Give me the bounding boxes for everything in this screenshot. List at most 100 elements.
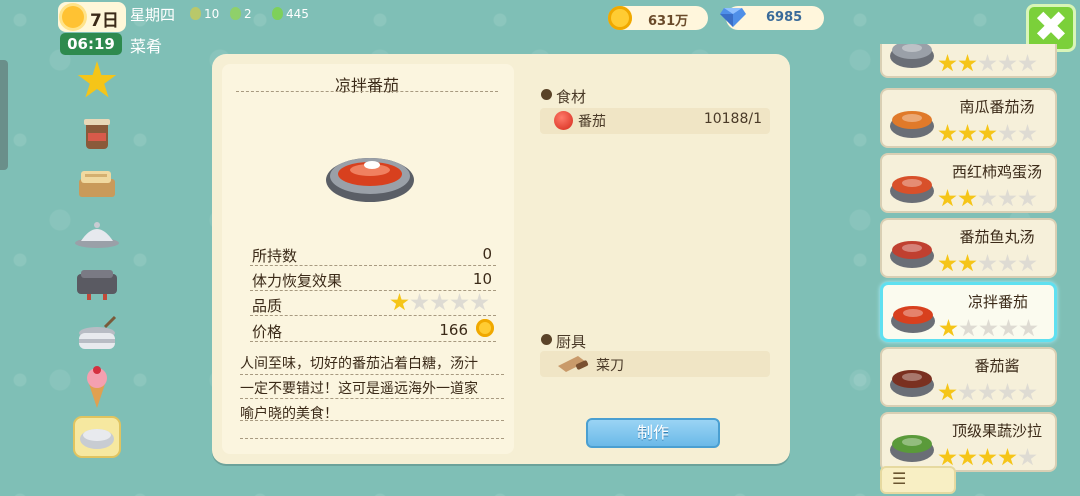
make-button[interactable]: 制作 (586, 418, 720, 448)
empty-star-icon (450, 293, 469, 311)
bread-icon (79, 171, 115, 197)
ingredients-title: 食材 (556, 88, 587, 106)
soup-category[interactable] (72, 310, 122, 360)
divider (240, 438, 504, 439)
recipe-stars (938, 448, 1037, 467)
gem-amount: 6985 (766, 10, 803, 25)
stat-value-stamina: 10 (472, 270, 492, 288)
dish-thumbnail-icon (890, 44, 934, 68)
bakery-category[interactable] (72, 158, 122, 208)
stat-value-price: 166 (439, 321, 468, 339)
dish-image (326, 158, 414, 202)
heart-count: 445 (286, 7, 309, 21)
tomato-icon (554, 111, 573, 130)
side-drawer-handle[interactable] (0, 60, 8, 170)
description-line: 喻户晓的美食！ (240, 406, 338, 422)
recipe-card[interactable]: 西红柿鸡蛋汤 (880, 153, 1057, 213)
clover-count: 2 (244, 7, 252, 21)
recipe-name: 西红柿鸡蛋汤 (951, 163, 1042, 181)
filled-star-icon (390, 293, 409, 311)
gourd-icon (190, 7, 201, 20)
empty-star-icon (979, 319, 998, 337)
filled-star-icon (958, 189, 977, 207)
empty-star-icon (1018, 448, 1037, 466)
recipe-name: 南瓜番茄汤 (959, 98, 1035, 116)
dish-thumbnail-icon (890, 241, 934, 268)
star-icon (77, 61, 117, 98)
pot-icon (73, 416, 121, 458)
baking-tray-category[interactable] (72, 258, 122, 308)
coin-icon (608, 6, 632, 30)
stat-label-quality: 品质 (252, 297, 283, 315)
filled-star-icon (958, 254, 977, 272)
recipe-name: 顶级果蔬沙拉 (951, 422, 1042, 440)
heart-stat: 445 (272, 7, 309, 21)
recipe-stars (939, 319, 1038, 338)
recipe-stars (938, 54, 1037, 73)
bullet-icon (541, 334, 552, 345)
empty-star-icon (998, 383, 1017, 401)
sun-icon (62, 6, 84, 28)
bullet-icon (541, 89, 552, 100)
filled-star-icon (998, 448, 1017, 466)
empty-star-icon (998, 254, 1017, 272)
baking-tray-icon (77, 270, 117, 300)
category-title: 菜肴 (130, 37, 163, 56)
divider (236, 91, 498, 92)
quality-stars (390, 293, 489, 312)
empty-star-icon (978, 254, 997, 272)
clover-stat: 2 (230, 7, 252, 21)
ingredient-count: 10188/1 (703, 111, 762, 127)
covered-dish-category[interactable] (72, 208, 122, 258)
drink-cup-icon (84, 119, 110, 149)
empty-star-icon (999, 319, 1018, 337)
filled-star-icon (939, 319, 958, 337)
diamond-icon (720, 8, 746, 27)
divider (250, 315, 496, 316)
empty-star-icon (998, 54, 1017, 72)
divider (240, 398, 504, 399)
recipe-stars (938, 383, 1037, 402)
empty-star-icon (1018, 54, 1037, 72)
stat-value-owned: 0 (482, 245, 492, 263)
empty-star-icon (978, 383, 997, 401)
recipe-card[interactable]: 凉拌番茄 (880, 282, 1057, 342)
empty-star-icon (1018, 124, 1037, 142)
recipe-card[interactable]: 顶级果蔬沙拉 (880, 412, 1057, 472)
tools-title: 厨具 (556, 333, 587, 351)
dishes-category[interactable] (72, 412, 122, 462)
stat-label-price: 价格 (252, 323, 283, 341)
drinks-category[interactable] (72, 108, 122, 158)
dessert-category[interactable] (72, 362, 122, 412)
coin-icon (476, 319, 494, 337)
dish-description: 人间至味，切好的番茄沾着白糖，汤汁 一定不要错过！这可是遥远海外一道家 喻户晓的… (240, 352, 506, 427)
stat-label-stamina: 体力恢复效果 (252, 272, 343, 290)
recipe-card[interactable]: 南瓜番茄汤 (880, 88, 1057, 148)
recipe-name: 凉拌番茄 (967, 293, 1028, 311)
empty-star-icon (978, 54, 997, 72)
recipe-card[interactable]: 番茄鱼丸汤 (880, 218, 1057, 278)
divider (240, 374, 504, 375)
recipe-stars (938, 124, 1037, 143)
divider (250, 341, 496, 342)
favorites-category[interactable] (72, 56, 122, 106)
recipe-stars (938, 189, 1037, 208)
list-toggle-button[interactable]: ☰ (880, 466, 956, 494)
coin-amount: 631万 (648, 14, 689, 29)
empty-star-icon (430, 293, 449, 311)
stat-label-owned: 所持数 (252, 247, 298, 265)
filled-star-icon (958, 124, 977, 142)
filled-star-icon (938, 54, 957, 72)
filled-star-icon (938, 448, 957, 466)
tool-name: 菜刀 (596, 358, 624, 374)
empty-star-icon (958, 383, 977, 401)
empty-star-icon (410, 293, 429, 311)
dish-thumbnail-icon (891, 306, 935, 333)
empty-star-icon (978, 189, 997, 207)
recipe-card[interactable]: 番茄酱 (880, 347, 1057, 407)
empty-star-icon (1018, 254, 1037, 272)
heart-icon (272, 7, 283, 20)
recipe-stars (938, 254, 1037, 273)
empty-star-icon (470, 293, 489, 311)
clock-time: 06:19 (60, 33, 122, 55)
